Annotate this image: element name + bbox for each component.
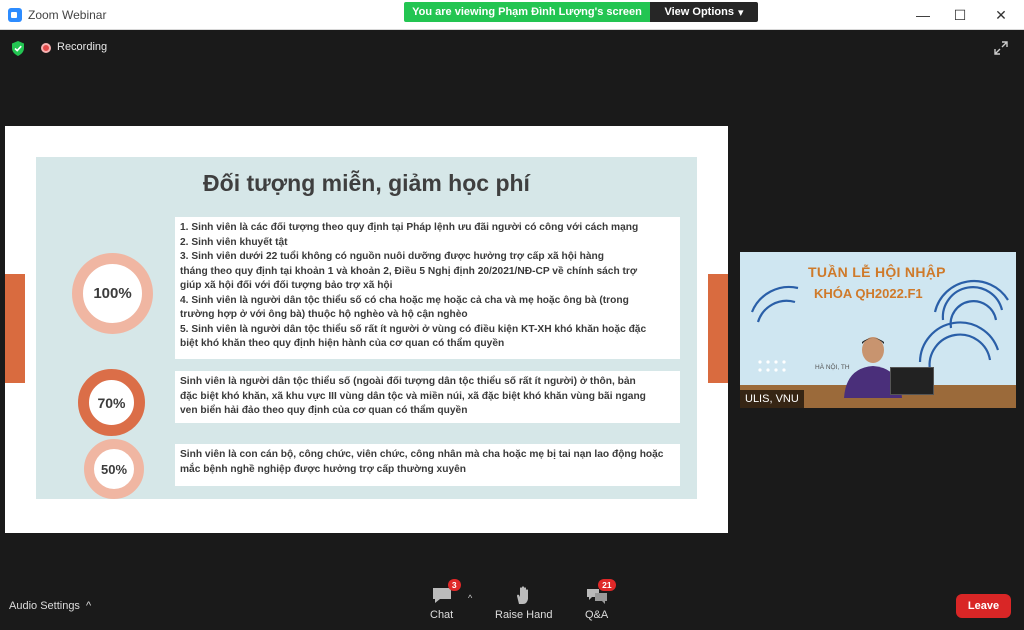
textbox-line: tháng theo quy định tại khoản 1 và khoản…: [180, 265, 638, 277]
textbox-line: 4. Sinh viên là người dân tộc thiểu số c…: [180, 294, 629, 306]
leave-button[interactable]: Leave: [956, 594, 1011, 618]
view-options-button[interactable]: View Options ▾: [650, 2, 758, 22]
recording-dot-icon: [41, 43, 51, 53]
textbox-line: Sinh viên là con cán bộ, công chức, viên…: [180, 449, 664, 460]
slide-textbox-50: Sinh viên là con cán bộ, công chức, viên…: [175, 444, 680, 486]
textbox-line: 5. Sinh viên là người dân tộc thiểu số r…: [180, 323, 647, 335]
audio-settings-button[interactable]: Audio Settings ^: [9, 600, 91, 612]
recording-label: Recording: [57, 41, 108, 53]
ring-100-percent: 100%: [72, 253, 153, 334]
window-title: Zoom Webinar: [28, 8, 107, 22]
audio-settings-label: Audio Settings: [9, 600, 80, 612]
participant-name-tag: ULIS, VNU: [740, 390, 804, 408]
maximize-button[interactable]: ☐: [943, 4, 977, 26]
textbox-line: mắc bệnh nghề nghiệp được hưởng trợ cấp …: [180, 463, 466, 475]
textbox-line: đặc biệt khó khăn, xã khu vực III vùng d…: [180, 390, 646, 402]
close-button[interactable]: ✕: [984, 4, 1018, 26]
close-icon: ✕: [995, 6, 1007, 23]
slide-left-accent: [5, 274, 25, 383]
minimize-icon: —: [916, 7, 930, 23]
meeting-area: Recording Đối tượng miễn, giảm học phí 1…: [0, 31, 1024, 630]
meeting-toolbar: Audio Settings ^ 3 Chat ^ Raise Hand 21 …: [0, 579, 1024, 630]
textbox-line: 1. Sinh viên là các đối tượng theo quy đ…: [180, 222, 639, 233]
chevron-down-icon: ▾: [737, 6, 744, 19]
window-titlebar: Zoom Webinar You are viewing Phạm Đình L…: [0, 0, 1024, 30]
maximize-icon: ☐: [953, 6, 967, 23]
slide-right-accent: [708, 274, 728, 383]
textbox-line: trường hợp ở với ông bà) thuộc hộ nghèo …: [180, 309, 468, 320]
qa-unread-badge: 21: [598, 579, 616, 591]
slide-title: Đối tượng miễn, giảm học phí: [203, 170, 530, 196]
raise-hand-button[interactable]: Raise Hand: [495, 585, 552, 621]
ring-50-percent: 50%: [84, 439, 144, 499]
textbox-line: giúp xã hội đối với đối tượng bảo trợ xã…: [180, 280, 393, 291]
zoom-app-icon: [8, 8, 22, 22]
chat-label: Chat: [430, 609, 454, 621]
video-laptop: [890, 367, 934, 395]
chevron-up-icon: ^: [85, 600, 92, 612]
textbox-line: ven biển hải đảo theo quy định của cơ qu…: [180, 405, 468, 416]
textbox-line: 3. Sinh viên dưới 22 tuổi không có nguồn…: [180, 251, 604, 262]
shared-slide: Đối tượng miễn, giảm học phí 100% 70% 50…: [5, 126, 728, 533]
expand-icon[interactable]: [994, 41, 1008, 55]
textbox-line: biệt khó khăn theo quy định hiện hành củ…: [180, 338, 505, 349]
slide-textbox-70: Sinh viên là người dân tộc thiểu số (ngo…: [175, 371, 680, 423]
view-options-label: View Options: [664, 6, 734, 18]
chat-icon: 3: [431, 579, 461, 605]
shield-check-icon[interactable]: [11, 41, 25, 56]
screen-share-banner: You are viewing Phạm Đình Lượng's screen…: [404, 2, 758, 22]
share-banner-message: You are viewing Phạm Đình Lượng's screen: [404, 2, 650, 22]
textbox-line: Sinh viên là người dân tộc thiểu số (ngo…: [180, 376, 636, 387]
speaker-video[interactable]: TUẦN LỄ HỘI NHẬP KHÓA QH2022.F1 HÀ NỘI, …: [740, 252, 1016, 408]
raise-hand-icon: [513, 585, 535, 605]
video-banner-line1: TUẦN LỄ HỘI NHẬP: [808, 264, 946, 280]
qa-label: Q&A: [585, 609, 609, 621]
chat-options-caret[interactable]: ^: [468, 593, 472, 603]
qa-icon: 21: [586, 579, 616, 605]
qa-button[interactable]: 21 Q&A: [585, 579, 616, 621]
ring-70-percent: 70%: [78, 369, 145, 436]
chat-unread-badge: 3: [447, 579, 461, 591]
video-banner-line2: KHÓA QH2022.F1: [814, 286, 923, 301]
slide-textbox-100: 1. Sinh viên là các đối tượng theo quy đ…: [175, 217, 680, 359]
textbox-line: 2. Sinh viên khuyết tật: [180, 236, 288, 248]
minimize-button[interactable]: —: [906, 4, 940, 26]
raise-hand-label: Raise Hand: [495, 609, 553, 621]
chat-button[interactable]: 3 Chat: [430, 579, 461, 621]
